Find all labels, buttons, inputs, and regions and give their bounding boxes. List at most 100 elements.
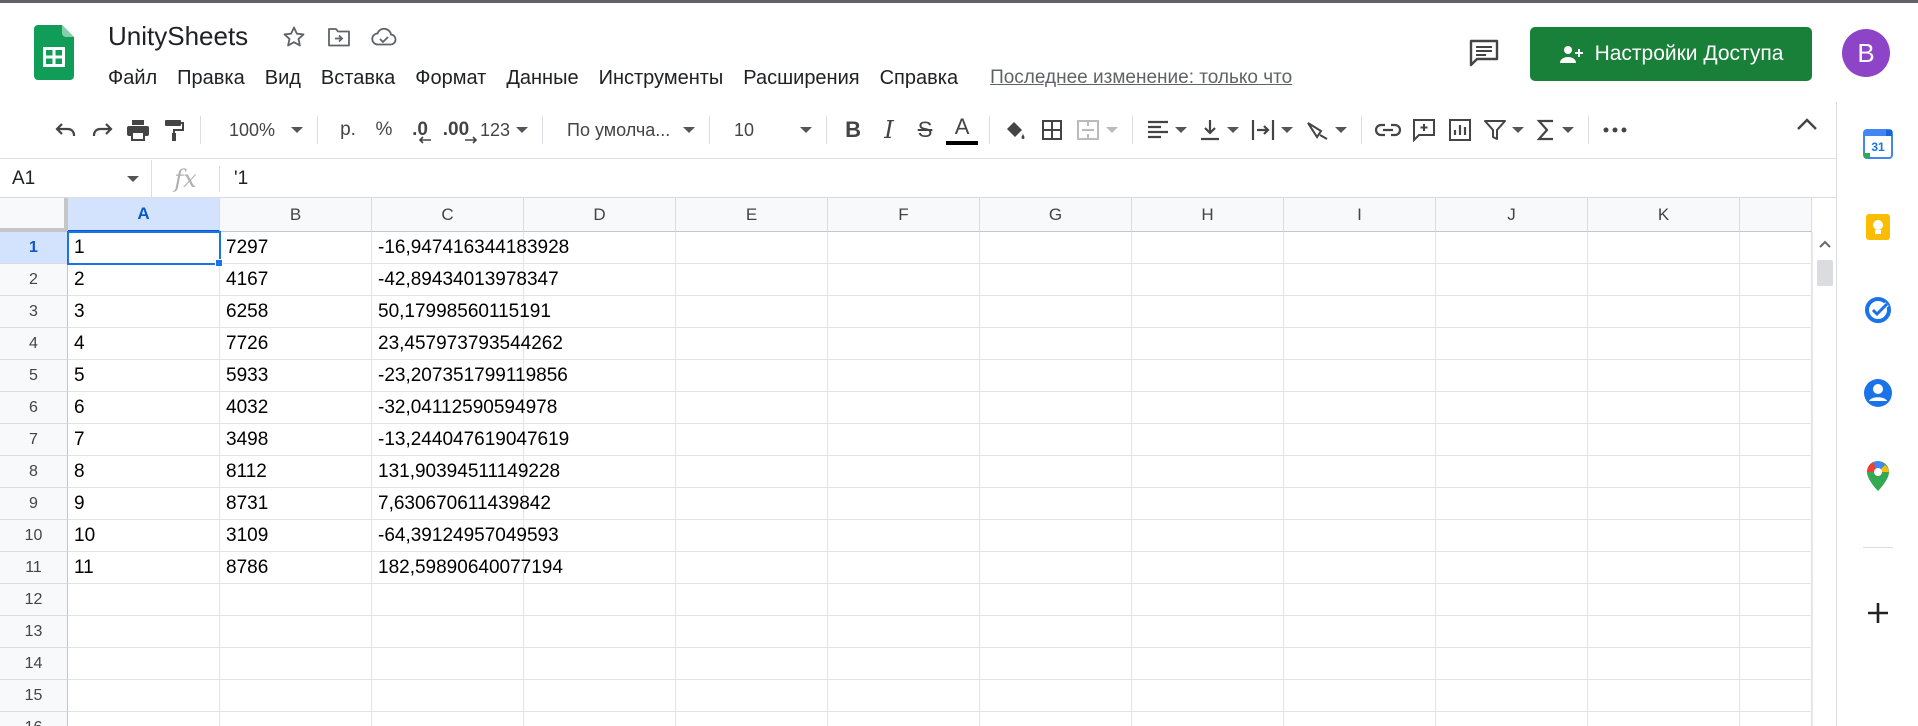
- name-box[interactable]: A1: [0, 159, 152, 198]
- cell[interactable]: [828, 232, 980, 264]
- menu-data[interactable]: Данные: [496, 63, 588, 93]
- cell[interactable]: [1132, 584, 1284, 616]
- cell[interactable]: [68, 616, 220, 648]
- cell[interactable]: [676, 232, 828, 264]
- cell[interactable]: -13,244047619047619: [372, 424, 569, 456]
- cell[interactable]: [828, 488, 980, 520]
- column-header-j[interactable]: J: [1436, 198, 1588, 232]
- cell[interactable]: [1740, 712, 1812, 726]
- cell[interactable]: -64,39124957049593: [372, 520, 559, 552]
- cell[interactable]: [676, 552, 828, 584]
- cell[interactable]: 131,90394511149228: [372, 456, 560, 488]
- select-all-corner[interactable]: [0, 198, 68, 232]
- text-color-button[interactable]: A: [943, 112, 981, 148]
- strikethrough-button[interactable]: S: [907, 112, 943, 148]
- cell[interactable]: [980, 648, 1132, 680]
- insert-link-icon[interactable]: [1370, 112, 1406, 148]
- cell[interactable]: [1284, 552, 1436, 584]
- cell[interactable]: [1588, 424, 1740, 456]
- undo-icon[interactable]: [48, 112, 84, 148]
- cell[interactable]: [1132, 616, 1284, 648]
- cell[interactable]: [1132, 488, 1284, 520]
- cell[interactable]: [676, 360, 828, 392]
- row-header[interactable]: 12: [0, 584, 68, 616]
- row-header[interactable]: 16: [0, 712, 68, 726]
- print-icon[interactable]: [120, 112, 156, 148]
- cell[interactable]: [980, 616, 1132, 648]
- zoom-select[interactable]: 100%: [209, 112, 309, 148]
- insert-comment-icon[interactable]: [1406, 112, 1442, 148]
- menu-tools[interactable]: Инструменты: [589, 63, 734, 93]
- cell[interactable]: [676, 488, 828, 520]
- cell[interactable]: [1284, 616, 1436, 648]
- row-header[interactable]: 8: [0, 456, 68, 488]
- cell[interactable]: [1132, 456, 1284, 488]
- cell[interactable]: 9: [68, 488, 220, 520]
- formula-input[interactable]: '1: [220, 168, 248, 190]
- cell[interactable]: [980, 488, 1132, 520]
- cell[interactable]: [828, 520, 980, 552]
- cell[interactable]: [1588, 296, 1740, 328]
- column-header-g[interactable]: G: [980, 198, 1132, 232]
- cell[interactable]: 8: [68, 456, 220, 488]
- cell[interactable]: [1740, 456, 1812, 488]
- cell[interactable]: [1284, 232, 1436, 264]
- filter-select[interactable]: [1478, 112, 1530, 148]
- cell[interactable]: [1132, 424, 1284, 456]
- menu-extensions[interactable]: Расширения: [733, 63, 869, 93]
- row-header[interactable]: 3: [0, 296, 68, 328]
- cell[interactable]: [1588, 328, 1740, 360]
- italic-button[interactable]: I: [871, 112, 907, 148]
- cell[interactable]: [372, 680, 524, 712]
- column-header-h[interactable]: H: [1132, 198, 1284, 232]
- cell[interactable]: [980, 712, 1132, 726]
- cell[interactable]: [1284, 712, 1436, 726]
- row-header[interactable]: 13: [0, 616, 68, 648]
- cell[interactable]: [1436, 680, 1588, 712]
- horizontal-align-select[interactable]: [1141, 112, 1193, 148]
- cell[interactable]: [1284, 360, 1436, 392]
- sheets-logo-icon[interactable]: [34, 25, 74, 80]
- vertical-scrollbar[interactable]: [1812, 232, 1836, 726]
- cell[interactable]: [1740, 680, 1812, 712]
- share-button[interactable]: Настройки Доступа: [1530, 27, 1812, 81]
- font-size-select[interactable]: 10: [718, 112, 818, 148]
- menu-help[interactable]: Справка: [870, 63, 968, 93]
- cell[interactable]: 182,59890640077194: [372, 552, 563, 584]
- cell[interactable]: [1132, 328, 1284, 360]
- fill-handle[interactable]: [215, 259, 223, 267]
- cell[interactable]: 7: [68, 424, 220, 456]
- currency-format-button[interactable]: р.: [330, 112, 366, 148]
- cell[interactable]: [676, 616, 828, 648]
- cell[interactable]: [1132, 520, 1284, 552]
- cell[interactable]: [980, 680, 1132, 712]
- column-header-f[interactable]: F: [828, 198, 980, 232]
- user-avatar[interactable]: B: [1842, 29, 1890, 77]
- cell[interactable]: [1284, 680, 1436, 712]
- document-title[interactable]: UnitySheets: [108, 21, 248, 52]
- cell[interactable]: [828, 424, 980, 456]
- cell[interactable]: [1740, 392, 1812, 424]
- cell[interactable]: 23,457973793544262: [372, 328, 563, 360]
- cell[interactable]: [828, 552, 980, 584]
- cell[interactable]: [1132, 712, 1284, 726]
- row-header[interactable]: 15: [0, 680, 68, 712]
- move-folder-icon[interactable]: [325, 23, 353, 51]
- row-header[interactable]: 7: [0, 424, 68, 456]
- cell[interactable]: -23,207351799119856: [372, 360, 568, 392]
- row-header[interactable]: 9: [0, 488, 68, 520]
- cell[interactable]: 7,630670611439842: [372, 488, 551, 520]
- cell[interactable]: [1740, 296, 1812, 328]
- cell[interactable]: -42,89434013978347: [372, 264, 559, 296]
- cell[interactable]: [828, 392, 980, 424]
- cloud-saved-icon[interactable]: [370, 23, 398, 51]
- increase-decimals-button[interactable]: .00: [438, 112, 478, 148]
- cell[interactable]: [980, 360, 1132, 392]
- cell[interactable]: [524, 584, 676, 616]
- cell[interactable]: [676, 264, 828, 296]
- cell[interactable]: [1436, 424, 1588, 456]
- paint-format-icon[interactable]: [156, 112, 192, 148]
- cell[interactable]: [68, 680, 220, 712]
- cell[interactable]: [524, 680, 676, 712]
- cell[interactable]: [828, 648, 980, 680]
